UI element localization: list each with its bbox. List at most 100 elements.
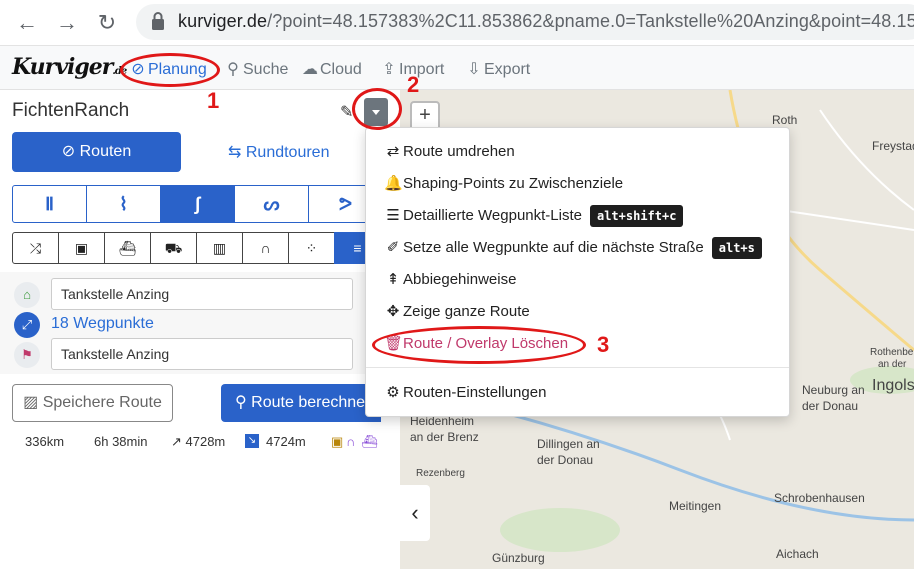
gear-icon: ⚙ xyxy=(386,384,400,401)
menu-item-label: Shaping-Points zu Zwischenziele xyxy=(403,175,624,192)
list-icon: ☰ xyxy=(386,207,400,224)
map-label-dillingen: Dillingen an xyxy=(537,437,600,451)
bridge-icon[interactable]: ∩ xyxy=(242,232,289,264)
stat-descent: 4724m xyxy=(266,434,306,449)
menu-item-label: Abbiegehinweise xyxy=(403,271,517,288)
map-label-freystadt: Freystadt xyxy=(872,139,914,153)
expand-icon[interactable]: ⤢ xyxy=(14,312,40,338)
menu-waypoint-list[interactable]: ☰ Detaillierte Wegpunkt-Liste alt+shift+c xyxy=(384,205,684,227)
tunnel-icon: ∩ xyxy=(346,434,356,449)
menu-item-label: Zeige ganze Route xyxy=(403,303,530,320)
route-dropdown-menu: ⇄ Route umdrehen 🔔Shaping-Points zu Zwisc… xyxy=(365,127,790,417)
shortcut-badge: alt+shift+c xyxy=(589,205,684,227)
loop-icon: ⇆ xyxy=(228,144,246,161)
floppy-icon: ▨ xyxy=(23,394,43,411)
stat-ascent: ↗ 4728m xyxy=(171,434,226,449)
map-label-aichach: Aichach xyxy=(776,547,819,561)
collapse-panel-button[interactable]: ‹ xyxy=(400,485,430,541)
annotation-ring-delete xyxy=(372,326,586,364)
map-label-guenzburg: Günzburg xyxy=(492,551,545,565)
annotation-number-2: 2 xyxy=(407,72,420,97)
route-panel: FichtenRanch ✎ ⊘ Routen ⇆ Rundtouren Ⅱ ⌇… xyxy=(0,90,400,569)
annotation-ring-planung xyxy=(120,53,220,87)
tunnel-icon[interactable]: ▥ xyxy=(196,232,243,264)
compass-icon: ⊘ xyxy=(61,143,80,160)
shuffle-icon[interactable]: ⤮ xyxy=(12,232,59,264)
ferry-icon[interactable]: ⛴ xyxy=(104,232,151,264)
save-route-button[interactable]: ▨ Speichere Route xyxy=(12,384,173,422)
move-icon: ✥ xyxy=(386,303,400,320)
end-input[interactable]: Tankstelle Anzing xyxy=(51,338,353,370)
route-title: FichtenRanch xyxy=(12,100,130,121)
menu-turn-instructions[interactable]: ⇞ Abbiegehinweise xyxy=(384,269,517,291)
menu-item-label: Detaillierte Wegpunkt-Liste xyxy=(403,207,582,224)
menu-snap-waypoints[interactable]: ✐ Setze alle Wegpunkte auf die nächste St… xyxy=(384,237,762,259)
home-icon: ⌂ xyxy=(14,282,40,308)
upload-icon: ⇪ xyxy=(382,61,396,78)
slight-curve-icon[interactable]: ⌇ xyxy=(86,185,161,223)
nav-cloud[interactable]: ☁ Cloud xyxy=(302,59,362,79)
shortcut-badge: alt+s xyxy=(711,237,762,259)
highway-icon[interactable]: Ⅱ xyxy=(12,185,87,223)
annotation-number-1: 1 xyxy=(207,88,220,113)
url-path: /?point=48.157383%2C11.853862&pname.0=Ta… xyxy=(267,11,914,31)
map-label-brenz: an der Brenz xyxy=(410,430,479,444)
bell-icon: 🔔 xyxy=(384,175,403,192)
forward-icon[interactable]: → xyxy=(54,10,80,36)
nav-suche[interactable]: ⚲ Suche xyxy=(225,59,288,79)
very-curvy-icon[interactable]: ᔕ xyxy=(234,185,309,223)
unpaved-icon[interactable]: ⁘ xyxy=(288,232,335,264)
avoid-options: ⤮ ▣ ⛴ ⛟ ▥ ∩ ⁘ ≡ xyxy=(12,232,381,264)
cloud-icon: ☁ xyxy=(302,61,318,78)
stat-distance: 336km xyxy=(25,434,65,449)
tab-rundtouren[interactable]: ⇆ Rundtouren xyxy=(228,142,329,162)
menu-route-settings[interactable]: ⚙ Routen-Einstellungen xyxy=(384,382,546,404)
reload-icon[interactable]: ↻ xyxy=(94,10,120,36)
curvy-icon[interactable]: ʃ xyxy=(160,185,235,223)
map-label-der-donau-1: der Donau xyxy=(802,399,859,413)
ferry-icon: ⛴ xyxy=(361,434,378,449)
download-icon: ⇩ xyxy=(467,61,481,78)
menu-item-label: Route umdrehen xyxy=(403,143,515,160)
start-input[interactable]: Tankstelle Anzing xyxy=(51,278,353,310)
save-route-label: Speichere Route xyxy=(42,394,162,411)
flag-icon: ⚑ xyxy=(14,342,40,368)
menu-show-full-route[interactable]: ✥ Zeige ganze Route xyxy=(384,301,530,323)
back-icon[interactable]: ← xyxy=(14,10,40,36)
nav-export-label: Export xyxy=(484,61,531,78)
car-icon[interactable]: ⛟ xyxy=(150,232,197,264)
magic-wand-icon: ✐ xyxy=(386,239,400,256)
signpost-icon: ⇞ xyxy=(386,271,400,288)
kurviger-logo[interactable]: Kurviger.de xyxy=(12,54,127,80)
nav-export[interactable]: ⇩ Export xyxy=(466,59,530,79)
calculate-route-button[interactable]: ⚲ Route berechnen xyxy=(221,384,381,422)
tab-routen[interactable]: ⊘ Routen xyxy=(12,132,181,172)
logo-text: Kurviger xyxy=(12,54,113,80)
map-label-neuburg: Neuburg an xyxy=(802,383,865,397)
map-label-der-donau-2: der Donau xyxy=(537,453,594,467)
nav-suche-label: Suche xyxy=(243,61,289,78)
search-icon: ⚲ xyxy=(235,394,252,411)
menu-shaping-points[interactable]: 🔔Shaping-Points zu Zwischenziele xyxy=(384,173,623,195)
menu-item-label: Routen-Einstellungen xyxy=(403,384,547,401)
annotation-ring-dropdown xyxy=(352,88,402,130)
menu-divider xyxy=(366,367,789,368)
map-label-rezenberg: Rezenberg xyxy=(416,468,465,479)
map-label-schrobenhausen: Schrobenhausen xyxy=(774,491,865,505)
nav-import-label: Import xyxy=(399,61,445,78)
nav-cloud-label: Cloud xyxy=(320,61,362,78)
waypoint-count-link[interactable]: 18 Wegpunkte xyxy=(51,315,154,333)
menu-item-label: Setze alle Wegpunkte auf die nächste Str… xyxy=(403,239,704,256)
tab-routen-label: Routen xyxy=(79,143,132,160)
calculate-route-label: Route berechnen xyxy=(251,394,374,411)
curviness-selector: Ⅱ ⌇ ʃ ᔕ ᕗ xyxy=(12,185,383,223)
toll-icon[interactable]: ▣ xyxy=(58,232,105,264)
map-label-ingols: Ingols xyxy=(872,377,914,394)
waypoints-area: ⌂ Tankstelle Anzing ⤢ 18 Wegpunkte ⚑ Tan… xyxy=(0,272,366,374)
stat-duration: 6h 38min xyxy=(94,434,148,449)
menu-reverse-route[interactable]: ⇄ Route umdrehen xyxy=(384,141,515,163)
url-text[interactable]: kurviger.de/?point=48.157383%2C11.853862… xyxy=(178,11,914,32)
annotation-number-3: 3 xyxy=(597,332,610,357)
toll-icon: ▣ xyxy=(331,434,344,449)
map-label-an-der: an der xyxy=(878,359,907,370)
